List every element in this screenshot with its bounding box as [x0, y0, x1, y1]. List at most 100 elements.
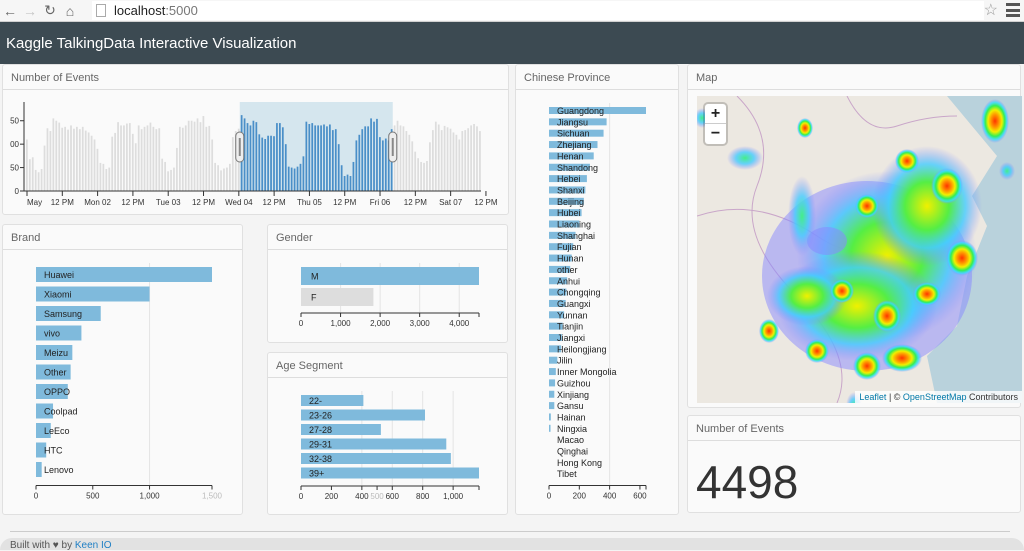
timeline-bar: [73, 128, 75, 191]
zoom-control: + −: [705, 104, 726, 144]
timeline-bar: [331, 130, 334, 191]
timeline-card: Number of Events 0 50 00 50 May 12 PM Mon 02 12…: [2, 64, 509, 215]
bar-label: Coolpad: [44, 407, 78, 417]
keen-io-link[interactable]: Keen IO: [75, 540, 112, 551]
bar: [549, 368, 556, 376]
bar-label: 27-28: [309, 425, 332, 435]
x-tick-label: 0: [34, 492, 39, 501]
bar-label: Qinghai: [557, 447, 588, 457]
bar-label: Shanghai: [557, 231, 595, 241]
bar-label: Henan: [557, 151, 584, 161]
age-chart[interactable]: 22- 23-26 27-28 29-31 32-38 39+ 0 200 400 500 600 8…: [268, 378, 507, 514]
bar-label: Guangdong: [557, 106, 604, 116]
y-tick-label: 50: [10, 164, 19, 173]
footer: Built with ♥ by Keen IO: [0, 538, 1024, 551]
reload-icon[interactable]: ↻: [40, 1, 60, 21]
gender-chart[interactable]: M F 0 1,000 2,000 3,000 4,000: [268, 250, 507, 342]
brand-chart[interactable]: Huawei Xiaomi Samsung vivo Meizu Other OPPO Coo…: [3, 250, 242, 514]
map-attribution: Leaflet | © OpenStreetMap Contributors: [855, 391, 1022, 403]
bar-label: 39+: [309, 469, 324, 479]
timeline-bar: [284, 144, 287, 191]
zoom-in-button[interactable]: +: [705, 104, 726, 124]
attrib-separator: | ©: [886, 392, 903, 402]
bar-label: Hong Kong: [557, 458, 602, 468]
bar-label: Tibet: [557, 469, 577, 479]
forward-icon[interactable]: →: [20, 1, 40, 21]
timeline-bar: [158, 128, 161, 191]
timeline-bar: [311, 123, 314, 191]
timeline-bar: [149, 122, 152, 191]
timeline-bar: [405, 131, 408, 191]
x-tick-label: 12 PM: [121, 198, 144, 207]
brand-card: Brand Huawei Xiaomi Samsung vivo Meizu Other O…: [2, 224, 243, 515]
event-count-value: 4498: [696, 456, 799, 508]
timeline-bar: [270, 135, 272, 191]
timeline-bar: [476, 126, 478, 191]
timeline-bar: [384, 138, 387, 191]
x-tick-label: 2,000: [370, 319, 391, 328]
home-icon[interactable]: ⌂: [60, 1, 80, 21]
timeline-bar: [176, 147, 178, 191]
timeline-bar: [231, 137, 234, 191]
x-tick-label: 400: [603, 492, 617, 501]
bar-label: Fujian: [557, 242, 582, 252]
x-tick-label: 200: [573, 492, 587, 501]
leaflet-link[interactable]: Leaflet: [859, 392, 886, 402]
card-title: Brand: [3, 225, 242, 250]
bar-label: Chongqing: [557, 288, 601, 298]
bar-label: Anhui: [557, 276, 580, 286]
x-tick-label: 0: [299, 319, 304, 328]
bar-label: 22-: [309, 396, 322, 406]
bar-label: Gansu: [557, 401, 584, 411]
timeline-bar: [367, 126, 370, 191]
timeline-bar: [128, 123, 131, 191]
timeline-bar: [296, 166, 299, 191]
osm-link[interactable]: OpenStreetMap: [903, 392, 967, 402]
timeline-bar: [208, 125, 211, 191]
card-title: Map: [688, 65, 1020, 90]
bar-label: Hubei: [557, 208, 581, 218]
province-chart[interactable]: GuangdongJiangsu SichuanZhejiangHenan Shan…: [516, 90, 678, 514]
bar: [549, 390, 555, 398]
bar-label: F: [311, 293, 317, 303]
bar-label: Beijing: [557, 197, 584, 207]
timeline-bar: [76, 126, 78, 191]
timeline-bar: [305, 121, 308, 191]
heatmap-map[interactable]: + − Leaflet | © OpenStreetMap Contributo…: [697, 96, 1022, 403]
bar: [549, 402, 555, 410]
timeline-bar: [202, 116, 205, 191]
bar-label: LeEco: [44, 426, 70, 436]
timeline-bar: [279, 123, 281, 191]
province-card: Chinese Province Guangdong Jiangsu Sichuan…: [515, 64, 679, 515]
x-tick-label: 12 PM: [192, 198, 215, 207]
timeline-chart[interactable]: 0 50 00 50 May 12 PM Mon 02 12 PM Tue 03 12 PM Wed…: [3, 90, 508, 214]
bar-label: 23-26: [309, 411, 332, 421]
timeline-bar: [287, 166, 290, 191]
x-tick-label: 600: [633, 492, 647, 501]
star-icon[interactable]: ☆: [984, 0, 998, 20]
timeline-bar: [114, 132, 116, 191]
timeline-bar: [264, 139, 267, 191]
timeline-bar: [411, 141, 414, 191]
timeline-bar: [137, 125, 140, 191]
x-tick-label: Mon 02: [84, 198, 111, 207]
bar: [549, 379, 556, 387]
footer-text: Built with ♥ by: [10, 540, 75, 551]
timeline-bar: [376, 118, 378, 191]
timeline-bar: [193, 121, 196, 191]
timeline-bar: [326, 126, 328, 191]
timeline-bar: [61, 127, 64, 191]
brush-handle-grip: [238, 138, 241, 156]
url-port: :5000: [165, 3, 198, 18]
timeline-bar: [67, 129, 69, 191]
bar: [549, 424, 551, 432]
zoom-out-button[interactable]: −: [705, 124, 726, 144]
timeline-bar: [226, 167, 228, 191]
bar: [301, 267, 479, 285]
timeline-bar: [426, 161, 428, 191]
timeline-bar: [399, 125, 402, 191]
back-icon[interactable]: ←: [0, 1, 20, 21]
address-bar[interactable]: localhost:5000: [92, 1, 984, 20]
menu-icon[interactable]: [1006, 3, 1020, 17]
bar-label: Jiangsu: [557, 117, 588, 127]
